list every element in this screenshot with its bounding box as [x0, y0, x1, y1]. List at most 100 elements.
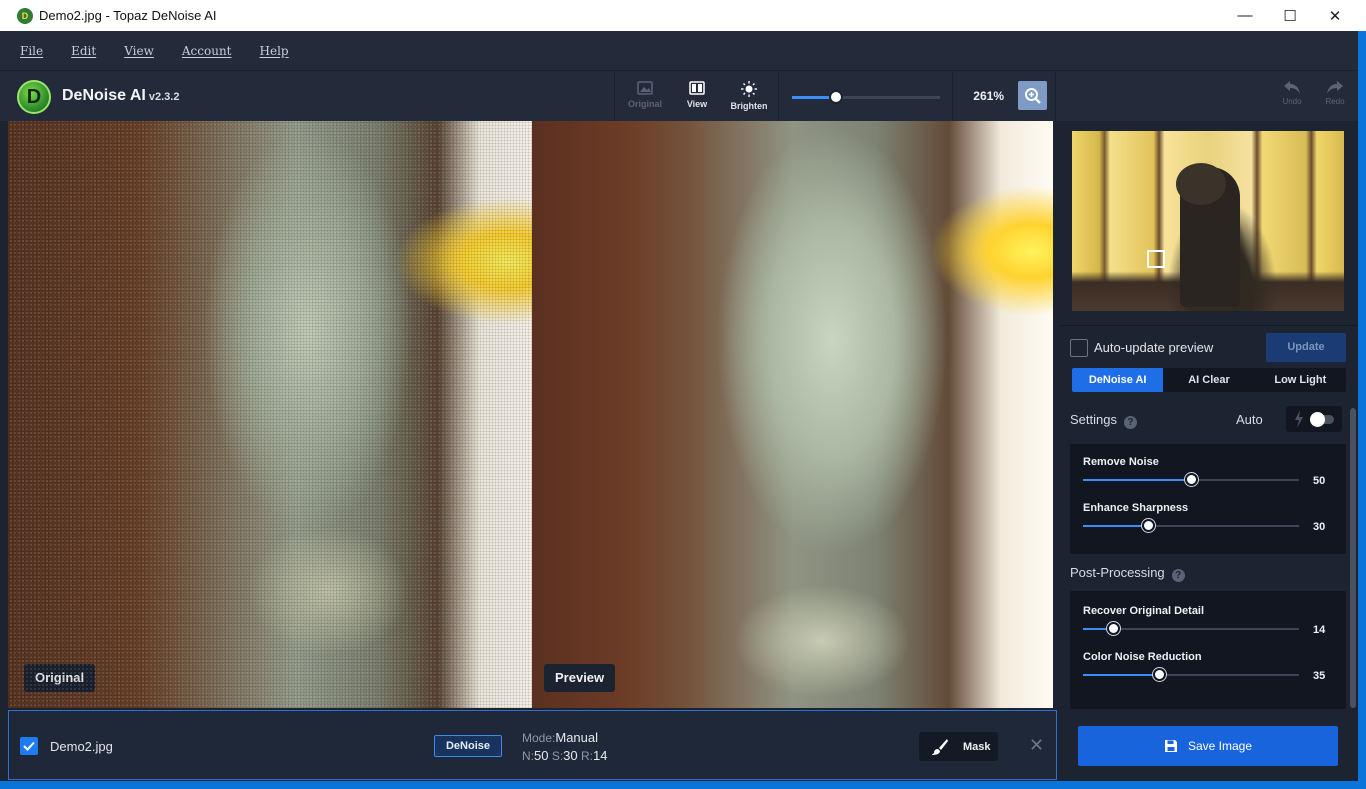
menu-edit[interactable]: Edit	[71, 44, 96, 58]
zoom-value[interactable]: 261%	[956, 89, 1004, 103]
save-image-button[interactable]: Save Image	[1078, 726, 1338, 766]
menu-bar: File Edit View Account Help	[0, 31, 1366, 70]
original-view-label: Original	[627, 99, 662, 109]
minimize-button[interactable]: —	[1222, 0, 1268, 31]
toolbar-divider	[1055, 71, 1056, 122]
sharpness-value: 30	[563, 748, 578, 763]
post-processing-heading: Post-Processing?	[1070, 565, 1185, 582]
auto-update-label: Auto-update preview	[1094, 340, 1214, 355]
menu-help[interactable]: Help	[260, 44, 289, 58]
brand-name: DeNoise AI	[62, 87, 146, 104]
app-icon: D	[17, 7, 33, 24]
slider-track[interactable]	[1083, 473, 1299, 486]
preview-label: Preview	[544, 664, 616, 692]
toolbar-divider	[952, 71, 953, 122]
undo-label: Undo	[1282, 97, 1302, 106]
update-button[interactable]: Update	[1266, 333, 1346, 362]
undo-icon	[1284, 81, 1300, 94]
recover-label: R:	[580, 749, 593, 763]
menu-file[interactable]: File	[20, 44, 43, 58]
slider-label: Remove Noise	[1083, 456, 1159, 468]
lightning-icon	[1295, 410, 1303, 428]
slider-handle[interactable]	[1141, 519, 1155, 532]
brand-title: DeNoise AI v2.3.2	[62, 87, 179, 105]
app-logo: D	[17, 80, 51, 114]
zoom-tool-button[interactable]	[1018, 81, 1047, 110]
save-image-label: Save Image	[1187, 739, 1253, 753]
menu-account[interactable]: Account	[182, 44, 232, 58]
mask-button[interactable]: Mask	[919, 732, 998, 761]
tab-ai-clear[interactable]: AI Clear	[1163, 368, 1254, 392]
slider-track[interactable]	[1083, 519, 1299, 532]
slider-handle[interactable]	[1107, 622, 1121, 635]
slider-recover-original-detail: Recover Original Detail 14	[1083, 605, 1333, 645]
maximize-button[interactable]: ☐	[1267, 0, 1313, 31]
remove-file-button[interactable]: ✕	[1029, 735, 1044, 756]
navigator-thumbnail[interactable]	[1072, 131, 1344, 311]
auto-update-checkbox[interactable]	[1070, 339, 1088, 357]
model-tabs: DeNoise AI AI Clear Low Light	[1072, 368, 1346, 392]
slider-label: Color Noise Reduction	[1083, 651, 1202, 663]
slider-fill	[1083, 525, 1148, 527]
logo-letter: D	[26, 85, 42, 108]
sidebar-scrollbar[interactable]	[1350, 408, 1356, 708]
brighten-button[interactable]: Brighten	[724, 78, 774, 118]
magnifier-plus-icon	[1024, 87, 1041, 104]
settings-heading: Settings?	[1070, 412, 1137, 429]
split-view-button[interactable]: View	[672, 78, 722, 118]
close-icon: ✕	[1328, 7, 1342, 25]
help-icon[interactable]: ?	[1123, 416, 1137, 429]
redo-button[interactable]: Redo	[1318, 79, 1352, 106]
noise-value: 50	[534, 748, 549, 763]
file-name[interactable]: Demo2.jpg	[50, 739, 113, 754]
brush-icon	[932, 738, 948, 755]
brand-version: v2.3.2	[148, 91, 180, 103]
thumbnail-hat	[1176, 163, 1226, 205]
window-border-right	[1358, 31, 1366, 789]
auto-toggle[interactable]	[1286, 406, 1342, 432]
original-image-panel[interactable]: Original	[8, 121, 532, 708]
tab-low-light[interactable]: Low Light	[1255, 368, 1346, 392]
mask-label: Mask	[963, 740, 991, 753]
toolbar-divider	[778, 71, 779, 122]
redo-icon	[1327, 81, 1343, 94]
post-processing-card: Recover Original Detail 14 Color Noise R…	[1070, 591, 1346, 709]
mode-value: Manual	[555, 730, 598, 745]
preview-image-panel[interactable]: Preview	[532, 121, 1053, 708]
split-view-icon	[689, 81, 705, 95]
menu-view[interactable]: View	[124, 44, 154, 58]
slider-handle[interactable]	[1152, 668, 1166, 681]
slider-fill	[1083, 479, 1191, 481]
app-window: D Demo2.jpg - Topaz DeNoise AI — ☐ ✕ Fil…	[0, 0, 1366, 789]
slider-label: Enhance Sharpness	[1083, 502, 1189, 514]
file-queue-bar: Demo2.jpg DeNoise Mode:Manual N:50 S:30 …	[8, 710, 1057, 780]
auto-label: Auto	[1236, 412, 1263, 427]
original-view-button[interactable]: Original	[620, 78, 670, 118]
toolbar: D DeNoise AI v2.3.2 Original View Brighte…	[0, 70, 1366, 122]
title-bar: D Demo2.jpg - Topaz DeNoise AI — ☐ ✕	[0, 0, 1366, 31]
tab-denoise-ai[interactable]: DeNoise AI	[1072, 368, 1164, 392]
file-checkbox[interactable]	[20, 737, 38, 755]
slider-track[interactable]	[1083, 668, 1299, 681]
slider-value[interactable]: 14	[1313, 624, 1325, 636]
slider-track[interactable]	[1083, 622, 1299, 635]
settings-card: Remove Noise 50 Enhance Sharpness 30	[1070, 444, 1346, 554]
slider-handle[interactable]	[1185, 473, 1198, 486]
zoom-slider-handle[interactable]	[829, 90, 844, 104]
navigator-viewport-box[interactable]	[1147, 250, 1165, 268]
window-title: Demo2.jpg - Topaz DeNoise AI	[39, 8, 217, 23]
close-window-button[interactable]: ✕	[1312, 0, 1358, 31]
slider-value[interactable]: 30	[1313, 521, 1325, 533]
brighten-label: Brighten	[730, 101, 768, 111]
slider-value[interactable]: 35	[1313, 670, 1325, 682]
help-icon[interactable]: ?	[1171, 569, 1185, 582]
slider-label: Recover Original Detail	[1083, 605, 1205, 617]
slider-remove-noise: Remove Noise 50	[1083, 456, 1333, 496]
undo-button[interactable]: Undo	[1275, 79, 1309, 106]
close-icon: ✕	[1029, 735, 1045, 755]
zoom-slider[interactable]	[792, 90, 940, 104]
slider-fill	[1083, 674, 1159, 676]
slider-enhance-sharpness: Enhance Sharpness 30	[1083, 502, 1333, 542]
slider-value[interactable]: 50	[1313, 475, 1325, 487]
settings-sidebar: Auto-update preview Update DeNoise AI AI…	[1060, 121, 1358, 789]
